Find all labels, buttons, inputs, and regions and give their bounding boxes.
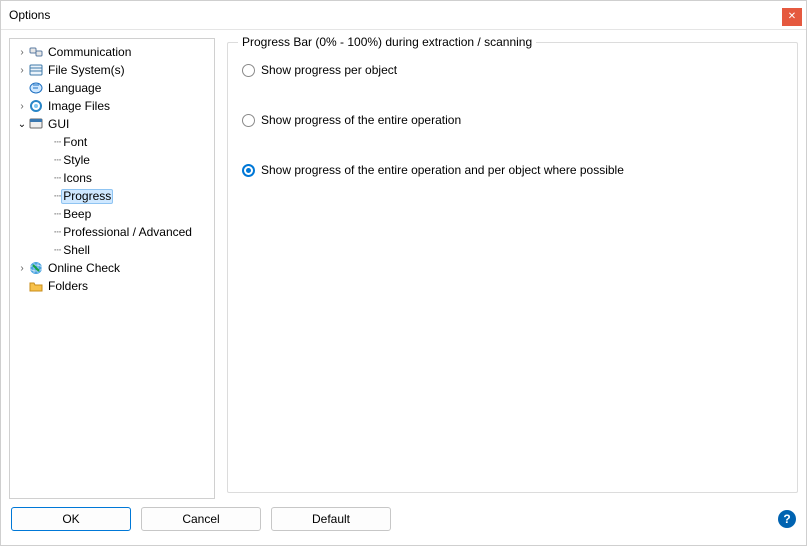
- tree-item-label: Language: [46, 81, 103, 95]
- chevron-right-icon[interactable]: ›: [16, 101, 28, 112]
- tree-item-communication[interactable]: › Communication: [10, 43, 214, 61]
- progress-groupbox: Progress Bar (0% - 100%) during extracti…: [227, 42, 798, 493]
- tree-branch-icon: ┄: [54, 135, 61, 149]
- category-tree[interactable]: ›Communication›File System(s)›Language›I…: [10, 43, 214, 295]
- chevron-right-icon[interactable]: ›: [16, 47, 28, 58]
- radio-group: Show progress per object Show progress of…: [242, 63, 783, 177]
- tree-item-label: File System(s): [46, 63, 127, 77]
- tree-item-onlinecheck[interactable]: › Online Check: [10, 259, 214, 277]
- ok-button[interactable]: OK: [11, 507, 131, 531]
- tree-item-filesystems[interactable]: › File System(s): [10, 61, 214, 79]
- tree-item-imagefiles[interactable]: › Image Files: [10, 97, 214, 115]
- tree-branch-icon: ┄: [54, 171, 61, 185]
- tree-item-label: Professional / Advanced: [61, 225, 194, 239]
- footer: OK Cancel Default ?: [1, 499, 806, 545]
- radio-entire-op[interactable]: Show progress of the entire operation: [242, 113, 783, 127]
- radio-both[interactable]: Show progress of the entire operation an…: [242, 163, 783, 177]
- tree-item-label: Beep: [61, 207, 93, 221]
- content-area: ›Communication›File System(s)›Language›I…: [1, 30, 806, 499]
- folders-icon: [28, 278, 44, 294]
- help-button[interactable]: ?: [778, 510, 796, 528]
- onlinecheck-icon: [28, 260, 44, 276]
- tree-item-progress[interactable]: ›┄Progress: [10, 187, 214, 205]
- groupbox-legend: Progress Bar (0% - 100%) during extracti…: [238, 35, 536, 49]
- radio-label: Show progress of the entire operation an…: [261, 163, 624, 177]
- default-button[interactable]: Default: [271, 507, 391, 531]
- titlebar: Options ✕: [1, 1, 806, 30]
- filesystem-icon: [28, 62, 44, 78]
- gui-icon: [28, 116, 44, 132]
- tree-item-label: Communication: [46, 45, 133, 59]
- close-button[interactable]: ✕: [782, 8, 802, 26]
- radio-icon: [242, 114, 255, 127]
- tree-item-label: Progress: [61, 189, 113, 204]
- imagefiles-icon: [28, 98, 44, 114]
- chevron-right-icon[interactable]: ›: [16, 65, 28, 76]
- tree-branch-icon: ┄: [54, 189, 61, 203]
- tree-item-label: Folders: [46, 279, 90, 293]
- tree-branch-icon: ┄: [54, 225, 61, 239]
- tree-item-language[interactable]: ›Language: [10, 79, 214, 97]
- options-window: Options ✕ ›Communication›File System(s)›…: [0, 0, 807, 546]
- tree-item-label: Online Check: [46, 261, 122, 275]
- communication-icon: [28, 44, 44, 60]
- radio-label: Show progress per object: [261, 63, 397, 77]
- tree-item-label: GUI: [46, 117, 71, 131]
- language-icon: [28, 80, 44, 96]
- tree-item-label: Font: [61, 135, 89, 149]
- tree-item-label: Shell: [61, 243, 92, 257]
- chevron-down-icon[interactable]: ⌄: [16, 119, 28, 130]
- tree-item-style[interactable]: ›┄Style: [10, 151, 214, 169]
- tree-branch-icon: ┄: [54, 243, 61, 257]
- tree-item-label: Image Files: [46, 99, 112, 113]
- settings-panel: Progress Bar (0% - 100%) during extracti…: [227, 38, 798, 499]
- tree-item-icons[interactable]: ›┄Icons: [10, 169, 214, 187]
- radio-icon: [242, 64, 255, 77]
- close-icon: ✕: [788, 11, 796, 22]
- help-icon: ?: [783, 512, 790, 526]
- tree-branch-icon: ┄: [54, 207, 61, 221]
- tree-item-beep[interactable]: ›┄Beep: [10, 205, 214, 223]
- radio-per-object[interactable]: Show progress per object: [242, 63, 783, 77]
- cancel-button[interactable]: Cancel: [141, 507, 261, 531]
- radio-icon: [242, 164, 255, 177]
- chevron-right-icon[interactable]: ›: [16, 263, 28, 274]
- window-title: Options: [9, 8, 50, 22]
- tree-item-folders[interactable]: ›Folders: [10, 277, 214, 295]
- tree-item-font[interactable]: ›┄Font: [10, 133, 214, 151]
- radio-label: Show progress of the entire operation: [261, 113, 461, 127]
- tree-item-label: Style: [61, 153, 92, 167]
- category-tree-panel: ›Communication›File System(s)›Language›I…: [9, 38, 215, 499]
- tree-item-gui[interactable]: ⌄ GUI: [10, 115, 214, 133]
- tree-item-label: Icons: [61, 171, 94, 185]
- tree-branch-icon: ┄: [54, 153, 61, 167]
- tree-item-shell[interactable]: ›┄Shell: [10, 241, 214, 259]
- tree-item-pro[interactable]: ›┄Professional / Advanced: [10, 223, 214, 241]
